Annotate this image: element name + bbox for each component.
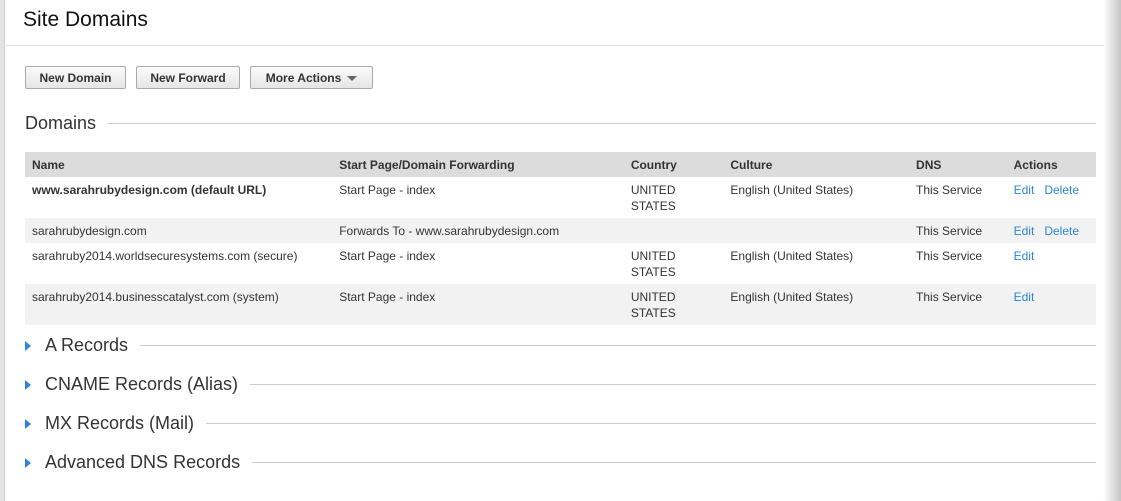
start-page: Start Page - index <box>332 284 624 325</box>
edit-link[interactable]: Edit <box>1014 290 1035 304</box>
divider <box>140 345 1096 346</box>
delete-link[interactable]: Delete <box>1044 224 1079 238</box>
domains-heading-label: Domains <box>25 113 97 133</box>
actions: Edit <box>1007 243 1096 284</box>
dns: This Service <box>916 249 983 263</box>
actions: Edit Delete <box>1007 177 1096 218</box>
dns: This Service <box>909 284 1007 325</box>
col-actions: Actions <box>1006 152 1096 177</box>
expand-triangle-icon <box>25 379 31 390</box>
domain-name: sarahruby2014.businesscatalyst.com (syst… <box>25 284 333 325</box>
chevron-down-icon <box>347 75 358 81</box>
dns: This Service <box>916 183 983 197</box>
expand-triangle-icon <box>25 418 31 429</box>
right-scroll-shadow <box>1103 0 1121 501</box>
edit-link[interactable]: Edit <box>1014 249 1035 263</box>
table-header: Name Start Page/Domain Forwarding Countr… <box>25 152 1096 177</box>
culture: English (United States) <box>723 284 910 325</box>
country <box>623 218 724 243</box>
col-country: Country <box>623 152 724 177</box>
domain-name: www.sarahrubydesign.com (default URL) <box>32 183 267 197</box>
actions: Edit <box>1006 284 1096 325</box>
edit-link[interactable]: Edit <box>1014 183 1035 197</box>
table-row: sarahruby2014.worldsecuresystems.com (se… <box>25 243 1096 284</box>
section-label: CNAME Records (Alias) <box>45 374 239 394</box>
country: UNITED STATES <box>630 249 676 279</box>
more-actions-label: More Actions <box>265 70 342 85</box>
col-dns: DNS <box>909 152 1007 177</box>
start-page: Forwards To - www.sarahrubydesign.com <box>332 218 624 243</box>
actions: Edit Delete <box>1006 218 1096 243</box>
country: UNITED STATES <box>623 284 724 325</box>
country: UNITED STATES <box>630 183 676 213</box>
new-domain-button[interactable]: New Domain <box>25 66 126 89</box>
section-label: A Records <box>45 335 129 355</box>
page-title: Site Domains <box>23 8 148 31</box>
table-row: sarahrubydesign.com Forwards To - www.sa… <box>25 218 1096 243</box>
culture: English (United States) <box>730 249 854 263</box>
edit-link[interactable]: Edit <box>1014 224 1035 238</box>
start-page: Start Page - index <box>339 183 436 197</box>
section-label: Advanced DNS Records <box>45 452 241 472</box>
dns: This Service <box>909 218 1007 243</box>
left-border <box>0 0 5 501</box>
section-advanced-dns-records[interactable]: Advanced DNS Records <box>25 452 1096 473</box>
expand-triangle-icon <box>25 457 31 468</box>
section-a-records[interactable]: A Records <box>25 335 1096 356</box>
table-row: sarahruby2014.businesscatalyst.com (syst… <box>25 284 1096 325</box>
new-forward-button[interactable]: New Forward <box>136 66 240 89</box>
expand-triangle-icon <box>25 340 31 351</box>
domains-heading: Domains <box>25 113 1096 134</box>
start-page: Start Page - index <box>339 249 436 263</box>
divider <box>108 123 1096 124</box>
divider <box>250 384 1096 385</box>
domain-name: sarahruby2014.worldsecuresystems.com (se… <box>32 249 298 263</box>
culture <box>723 218 910 243</box>
divider <box>206 423 1096 424</box>
table-row: www.sarahrubydesign.com (default URL) St… <box>25 177 1096 218</box>
domains-table: Name Start Page/Domain Forwarding Countr… <box>25 152 1096 325</box>
title-divider <box>6 45 1104 46</box>
section-cname-records[interactable]: CNAME Records (Alias) <box>25 374 1096 395</box>
col-start-page: Start Page/Domain Forwarding <box>332 152 624 177</box>
domain-name: sarahrubydesign.com <box>25 218 333 243</box>
section-mx-records[interactable]: MX Records (Mail) <box>25 413 1096 434</box>
more-actions-button[interactable]: More Actions <box>250 66 373 89</box>
col-name: Name <box>25 152 333 177</box>
section-label: MX Records (Mail) <box>45 413 195 433</box>
col-culture: Culture <box>723 152 910 177</box>
culture: English (United States) <box>730 183 854 197</box>
delete-link[interactable]: Delete <box>1044 183 1079 197</box>
divider <box>252 462 1096 463</box>
